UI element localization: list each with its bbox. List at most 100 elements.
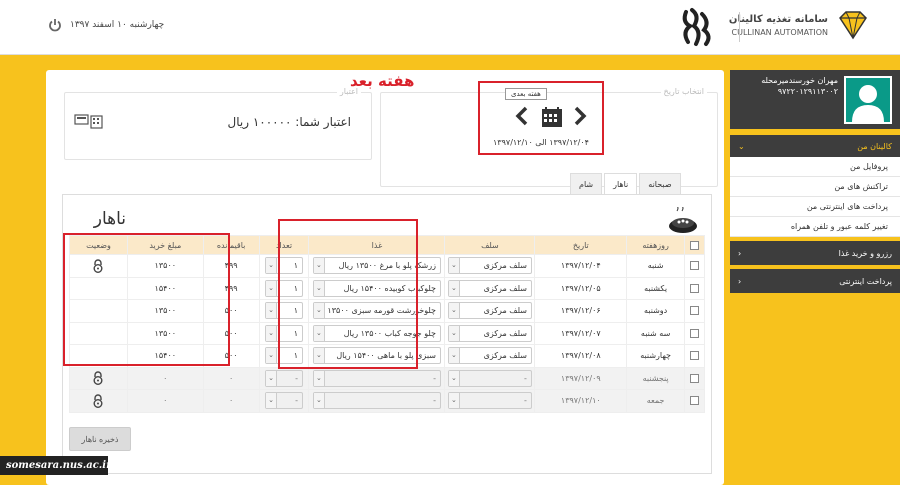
calendar-icon[interactable] [541, 106, 563, 128]
row-price: ۰ [126, 389, 204, 413]
row-select-cell [684, 366, 705, 390]
salf-select-value: - [524, 373, 527, 383]
chevron-down-icon: ⌄ [448, 258, 460, 274]
row-select-cell [684, 254, 705, 278]
row-salf-cell: سلف مرکزی ⌄ [444, 254, 536, 278]
current-date: چهارشنبه ۱۰ اسفند ۱۳۹۷ [70, 20, 165, 30]
row-day: سه شنبه [626, 321, 686, 345]
row-checkbox[interactable] [690, 328, 700, 338]
tab-lunch[interactable]: ناهار [604, 173, 638, 195]
sidebar-section-my-cullinan[interactable]: کالینان من ⌄ [730, 135, 900, 157]
diamond-logo-icon [839, 11, 867, 40]
row-checkbox[interactable] [690, 261, 700, 271]
row-select-cell [684, 299, 705, 323]
row-checkbox[interactable] [690, 283, 700, 293]
top-bar: سامانه تغذیه کالینان CULLINAN AUTOMATION… [0, 0, 900, 55]
row-select-cell [684, 276, 705, 300]
chevron-down-icon: ⌄ [448, 393, 460, 409]
sidebar-item-transactions[interactable]: تراکنش های من [730, 177, 900, 197]
row-day: چهارشنبه [626, 344, 686, 368]
food-select[interactable]: - ⌄ [312, 392, 441, 410]
user-name: مهران خورسندمیرمحله [761, 76, 838, 85]
sidebar-item-online-pay[interactable]: پرداخت اینترنتی ‹ [730, 269, 900, 293]
header-day: روزهفته [626, 235, 686, 255]
sidebar-section-label: کالینان من [857, 141, 892, 151]
next-week-tooltip: هفته بعدی [505, 88, 547, 100]
card-reader-icon [74, 114, 103, 129]
salf-select[interactable]: سلف مرکزی ⌄ [447, 347, 532, 365]
row-food-cell: - ⌄ [308, 389, 446, 413]
brand-divider [739, 12, 740, 42]
sidebar-item-label: رزرو و خرید غذا [838, 248, 892, 258]
chevron-left-small-icon: ‹ [738, 248, 742, 258]
salf-select[interactable]: سلف مرکزی ⌄ [447, 302, 532, 320]
sidebar-item-reserve[interactable]: رزرو و خرید غذا ‹ [730, 241, 900, 265]
app-title-fa: سامانه تغذیه کالینان [728, 13, 828, 25]
row-status [69, 389, 128, 413]
table-row: جمعه ۱۳۹۷/۱۲/۱۰- ⌄ - ⌄ - ⌄ ۰ ۰ [69, 389, 705, 413]
credit-legend: اعتبار [336, 87, 361, 96]
row-checkbox[interactable] [690, 396, 700, 406]
chevron-down-icon: ⌄ [448, 325, 460, 341]
salf-select[interactable]: - ⌄ [447, 392, 532, 410]
sidebar-item-profile[interactable]: پروفایل من [730, 157, 900, 177]
power-icon[interactable] [48, 18, 62, 32]
chevron-left-icon[interactable] [514, 105, 530, 127]
app-title-en: CULLINAN AUTOMATION [731, 27, 829, 37]
salf-select-value: سلف مرکزی [483, 328, 527, 338]
tab-breakfast[interactable]: صبحانه [639, 173, 681, 195]
chevron-left-small-icon: ‹ [738, 276, 742, 286]
row-price: ۰ [126, 366, 204, 390]
row-date: ۱۳۹۷/۱۲/۱۰ [534, 389, 628, 413]
row-salf-cell: سلف مرکزی ⌄ [444, 344, 536, 368]
row-count-cell: - ⌄ [258, 389, 310, 413]
chevron-down-icon: ⌄ [448, 303, 460, 319]
row-select-cell [684, 344, 705, 368]
count-select[interactable]: - ⌄ [265, 392, 304, 410]
table-row: پنجشنبه ۱۳۹۷/۱۲/۰۹- ⌄ - ⌄ - ⌄ ۰ ۰ [69, 366, 705, 390]
row-status [69, 366, 128, 390]
header-date: تاریخ [534, 235, 628, 255]
meal-tabs: صبحانه ناهار شام [570, 173, 681, 195]
row-select-cell [684, 321, 705, 345]
salf-select[interactable]: سلف مرکزی ⌄ [447, 279, 532, 297]
count-select-value: - [295, 373, 299, 383]
chevron-down-icon: ⌄ [266, 303, 278, 319]
tab-dinner[interactable]: شام [570, 173, 603, 195]
chevron-down-icon: ⌄ [448, 370, 460, 386]
row-salf-cell: سلف مرکزی ⌄ [444, 276, 536, 300]
save-lunch-button[interactable]: ذخیره ناهار [69, 427, 131, 451]
date-select-legend: انتخاب تاریخ [660, 87, 707, 96]
sidebar-item-label: پرداخت اینترنتی [839, 276, 892, 286]
food-select[interactable]: - ⌄ [312, 369, 441, 387]
sidebar-item-change-password[interactable]: تغییر کلمه عبور و تلفن همراه [730, 217, 900, 237]
user-icon [852, 85, 884, 122]
lock-icon [93, 394, 103, 408]
row-checkbox[interactable] [690, 351, 700, 361]
salf-select[interactable]: - ⌄ [447, 369, 532, 387]
chevron-right-icon[interactable] [572, 105, 588, 127]
salf-select[interactable]: سلف مرکزی ⌄ [447, 324, 532, 342]
watermark: somesara.nus.ac.ir [0, 456, 111, 475]
select-all-checkbox[interactable] [690, 240, 700, 250]
chevron-down-icon: ⌄ [448, 348, 460, 364]
chevron-down-icon: ⌄ [266, 325, 278, 341]
count-select[interactable]: - ⌄ [265, 369, 304, 387]
row-salf-cell: سلف مرکزی ⌄ [444, 321, 536, 345]
row-checkbox[interactable] [690, 306, 700, 316]
salf-select[interactable]: سلف مرکزی ⌄ [447, 257, 532, 275]
chevron-down-icon: ⌄ [266, 280, 278, 296]
row-checkbox[interactable] [690, 373, 700, 383]
header-select-all[interactable] [684, 235, 705, 255]
row-day: جمعه [626, 389, 686, 413]
salf-select-value: سلف مرکزی [483, 351, 527, 361]
row-date: ۱۳۹۷/۱۲/۰۸ [534, 344, 628, 368]
brand: سامانه تغذیه کالینان CULLINAN AUTOMATION [729, 10, 870, 40]
sidebar-item-online-payments[interactable]: پرداخت های اینترنتی من [730, 197, 900, 217]
header-salf: سلف [444, 235, 536, 255]
panel-title: ناهار [93, 209, 126, 229]
row-day: یکشنبه [626, 276, 686, 300]
row-day: شنبه [626, 254, 686, 278]
row-day: دوشنبه [626, 299, 686, 323]
credit-box: اعتبار اعتبار شما: ۱۰۰۰۰۰ ریال [64, 87, 372, 160]
